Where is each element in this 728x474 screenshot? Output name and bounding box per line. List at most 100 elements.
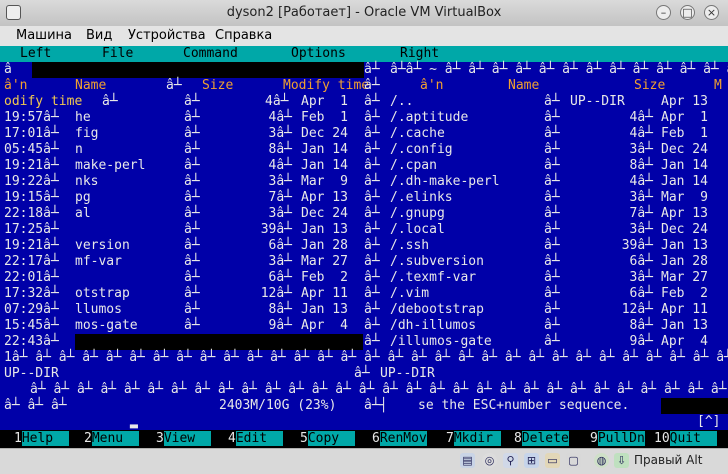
minimize-icon[interactable]: – [656, 5, 671, 20]
close-icon[interactable]: × [704, 5, 719, 20]
fkey-pulldn[interactable]: 9PullDn [590, 431, 645, 447]
left-row-size: 6â┴ [268, 270, 292, 285]
left-row-flag: â┴ [102, 94, 118, 109]
right-row-sep: â┴ [544, 318, 560, 333]
table-row[interactable]: 22:43â┴ â┴ /illumos-gate â┴ 9â┴ Apr 4 [0, 334, 728, 350]
fkey-menu[interactable]: 2Menu [84, 431, 139, 447]
cd-icon[interactable]: ◎ [482, 453, 497, 468]
left-row-size: 4â┴ [268, 158, 292, 173]
left-footer-updir: UP--DIR [4, 366, 59, 381]
menu-machine[interactable]: Машина [16, 28, 72, 43]
table-row[interactable]: 22:01â┴ â┴ 6â┴ Feb 2 â┴ /.texmf-var â┴ 3â┴ Mar 2… [0, 270, 728, 286]
vm-console[interactable]: Left File Command Options Right â â┴ â┴â… [0, 46, 728, 448]
right-row-name: /.gnupg [390, 206, 445, 221]
table-row[interactable]: 22:17â┴ mf-var â┴ 3â┴ Mar 27 â┴ /.subversion â┴… [0, 254, 728, 270]
right-row-sep: â┴ [544, 190, 560, 205]
right-col-name[interactable]: Name [508, 78, 539, 94]
panel-separator: â┴ [354, 366, 370, 381]
panel-separator: â┴ [364, 302, 380, 317]
fkey-delete[interactable]: 8Delete [514, 431, 569, 447]
fkey-help[interactable]: 1Help [14, 431, 69, 447]
left-row-date: Dec 24 [301, 126, 348, 141]
right-row-date: Dec 24 [661, 142, 708, 157]
left-row-size: 39â┴ [260, 222, 292, 237]
left-row-date: Apr 4 [301, 318, 348, 333]
table-row[interactable]: 19:22â┴ nks â┴ 3â┴ Mar 9 â┴ /.dh-make-perl â┴ 4â… [0, 174, 728, 190]
right-row-name: /.aptitude [390, 110, 469, 125]
right-row-sep: â┴ [544, 222, 560, 237]
left-row-time: 22:18â┴ [4, 206, 59, 221]
right-footer-updir: UP--DIR [380, 366, 435, 381]
right-col-size[interactable]: Size [634, 78, 665, 94]
left-col-size[interactable]: Size [202, 78, 233, 94]
left-row-date: Mar 9 [301, 174, 348, 189]
panel-separator: â┴ [364, 110, 380, 125]
mc-menu-file[interactable]: File [102, 46, 134, 62]
menu-devices[interactable]: Устройства [128, 28, 206, 43]
mc-menubar: Left File Command Options Right [0, 46, 728, 62]
capture-icon[interactable]: ◍ [594, 453, 609, 468]
menu-help[interactable]: Справка [215, 28, 272, 43]
right-row-size: 3â┴ [629, 190, 653, 205]
display-icon[interactable]: ▢ [566, 453, 581, 468]
menu-view[interactable]: Вид [86, 28, 112, 43]
table-row[interactable]: 22:18â┴ al â┴ 3â┴ Dec 24 â┴ /.gnupg â┴ 7â┴ Apr 13 [0, 206, 728, 222]
right-row-name: /debootstrap [390, 302, 484, 317]
table-row[interactable]: 19:21â┴ version â┴ 6â┴ Jan 28 â┴ /.ssh â┴ 39â┴ Ja… [0, 238, 728, 254]
host-key-label: Правый Alt [634, 453, 703, 467]
table-row[interactable]: 17:25â┴ â┴ 39â┴ Jan 13 â┴ /.local â┴ 3â┴ Dec 24 [0, 222, 728, 238]
right-col-modify[interactable]: M [714, 78, 722, 94]
table-row[interactable]: 19:57â┴ he â┴ 4â┴ Feb 1 â┴ /.aptitude â┴ 4â┴ Apr … [0, 110, 728, 126]
mc-menu-command[interactable]: Command [183, 46, 238, 62]
left-row-name: otstrap [75, 286, 130, 301]
right-row-date: Mar 9 [661, 190, 708, 205]
table-row[interactable]: 19:21â┴ make-perl â┴ 4â┴ Jan 14 â┴ /.cpan â┴ 8â┴… [0, 158, 728, 174]
table-row[interactable]: 15:45â┴ mos-gate â┴ 9â┴ Apr 4 â┴ /dh-illumos â┴… [0, 318, 728, 334]
hdd-icon[interactable]: ▤ [460, 453, 475, 468]
left-row-size: 3â┴ [268, 206, 292, 221]
history-button[interactable]: [^] [697, 414, 720, 430]
hint-text: se the ESC+number sequence. [418, 398, 630, 413]
right-row-name: /.. [390, 94, 414, 109]
left-row-date: Apr 11 [301, 286, 348, 301]
shared-folder-icon[interactable]: ▭ [545, 453, 560, 468]
panel-separator: â┴ [364, 190, 380, 205]
left-row-size: 6â┴ [268, 238, 292, 253]
right-row-sep: â┴ [544, 238, 560, 253]
left-row-name: n [75, 142, 83, 157]
free-space-label: 2403M/10G (23%) [219, 398, 337, 413]
fkey-quit[interactable]: 10Quit [654, 431, 717, 447]
table-row[interactable]: 17:01â┴ fig â┴ 3â┴ Dec 24 â┴ /.cache â┴ 4â┴ Feb 1 [0, 126, 728, 142]
fkey-copy[interactable]: 5Copy [300, 431, 355, 447]
right-row-name: /.elinks [390, 190, 453, 205]
mc-menu-left[interactable]: Left [20, 46, 52, 62]
fkey-view[interactable]: 3View [156, 431, 211, 447]
table-row[interactable]: 07:29â┴ llumos â┴ 8â┴ Jan 13 â┴ /debootstrap â┴… [0, 302, 728, 318]
maximize-icon[interactable]: □ [680, 5, 695, 20]
right-row-size: 6â┴ [629, 286, 653, 301]
left-row-size: 3â┴ [268, 174, 292, 189]
left-row-sep: â┴ [184, 158, 200, 173]
table-row[interactable]: odify time â┴ â┴ 4â┴ Apr 1 â┴ /.. â┴ UP-… [0, 94, 728, 110]
right-row-date: Jan 14 [661, 174, 708, 189]
left-row-time: 17:32â┴ [4, 286, 59, 301]
fkey-edit[interactable]: 4Edit [228, 431, 283, 447]
left-row-size: 7â┴ [268, 190, 292, 205]
left-col-modify[interactable]: Modify time [283, 78, 369, 94]
panel-separator: â┴ [364, 174, 380, 189]
table-row[interactable]: 17:32â┴ otstrap â┴ 12â┴ Apr 11 â┴ /.vim â┴ 6â┴ Fe… [0, 286, 728, 302]
table-row[interactable]: 19:15â┴ pg â┴ 7â┴ Apr 13 â┴ /.elinks â┴ 3â┴ Mar 9 [0, 190, 728, 206]
panel-separator: â┴ [364, 78, 380, 93]
fkey-renmov[interactable]: 6RenMov [372, 431, 427, 447]
network-icon[interactable]: ⊞ [524, 453, 539, 468]
host-key-icon[interactable]: ⇩ [614, 453, 629, 468]
fkey-mkdir[interactable]: 7Mkdir [446, 431, 501, 447]
mc-menu-right[interactable]: Right [400, 46, 440, 62]
left-col-name[interactable]: Name [75, 78, 106, 94]
left-row-size: 3â┴ [268, 254, 292, 269]
command-line[interactable]: ▂ [^] [0, 414, 728, 430]
table-row[interactable]: 05:45â┴ n â┴ 8â┴ Jan 14 â┴ /.config â┴ 3â┴ Dec 24 [0, 142, 728, 158]
right-row-sep: â┴ [544, 174, 560, 189]
mc-menu-options[interactable]: Options [291, 46, 346, 62]
usb-icon[interactable]: ⚲ [503, 453, 518, 468]
